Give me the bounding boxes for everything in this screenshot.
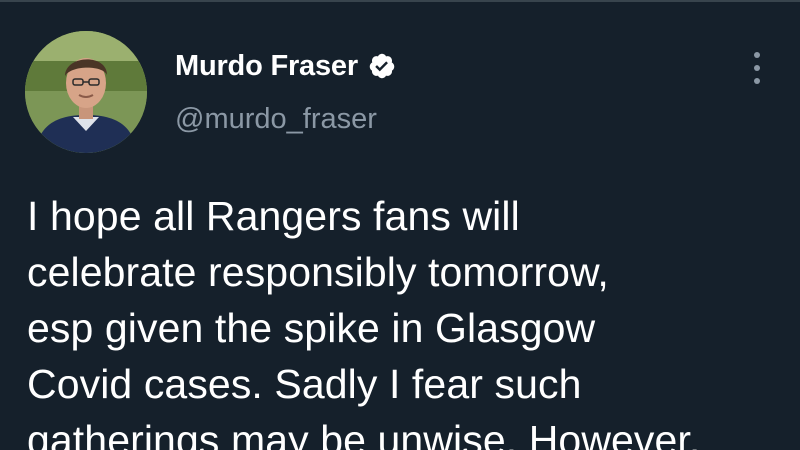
display-name[interactable]: Murdo Fraser (175, 50, 358, 83)
tweet-text-line: I hope all Rangers fans will (27, 193, 520, 239)
author-name-row[interactable]: Murdo Fraser (175, 48, 396, 84)
top-divider (0, 0, 800, 2)
tweet-text: I hope all Rangers fans will celebrate r… (27, 188, 787, 450)
more-vertical-icon (754, 52, 760, 58)
avatar[interactable] (25, 31, 147, 153)
more-vertical-icon (754, 78, 760, 84)
tweet-text-line: celebrate responsibly tomorrow, (27, 249, 609, 295)
profile-photo-icon (25, 31, 147, 153)
user-handle[interactable]: @murdo_fraser (175, 103, 377, 136)
more-options-button[interactable] (742, 48, 772, 88)
more-vertical-icon (754, 65, 760, 71)
verified-badge-icon (368, 52, 396, 80)
tweet-text-line: Covid cases. Sadly I fear such (27, 361, 582, 407)
tweet-text-line: esp given the spike in Glasgow (27, 305, 596, 351)
tweet-text-line: gatherings may be unwise. However, (27, 417, 701, 450)
